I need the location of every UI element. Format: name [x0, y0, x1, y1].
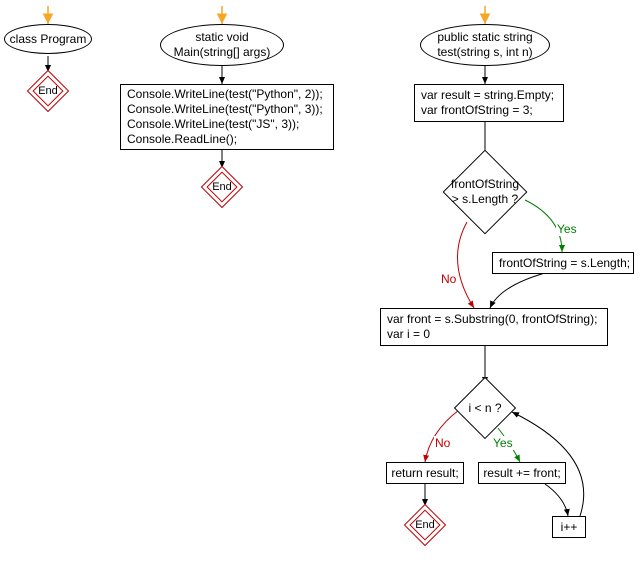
node-cond-loop: i < n ? [463, 386, 507, 430]
cond1-text: frontOfString > s.Length ? [435, 162, 535, 222]
label-yes-cond2: Yes [492, 436, 514, 450]
edge-C-cond1-no [458, 222, 474, 308]
end-label: End [33, 76, 63, 106]
node-append: result += front; [478, 462, 566, 484]
node-return: return result; [386, 462, 464, 484]
cond2-text: i < n ? [443, 386, 527, 430]
end-label: End [410, 510, 440, 540]
node-main: static void Main(string[] args) [160, 24, 284, 66]
node-end-c: End [410, 510, 440, 540]
node-end-a: End [33, 76, 63, 106]
node-init: var result = string.Empty; var frontOfSt… [414, 84, 564, 122]
label-no-cond2: No [434, 436, 451, 450]
node-test-sig: public static string test(string s, int … [420, 24, 550, 66]
label-no-cond1: No [440, 272, 457, 286]
node-end-b: End [207, 172, 237, 202]
node-cond-frontofstring: frontOfString > s.Length ? [455, 162, 515, 222]
label-yes-cond1: Yes [556, 222, 578, 236]
node-class-program: class Program [4, 24, 92, 54]
end-label: End [207, 172, 237, 202]
node-main-body: Console.WriteLine(test("Python", 2)); Co… [120, 84, 334, 150]
edge-C-inc [545, 484, 568, 516]
node-front-substring: var front = s.Substring(0, frontOfString… [380, 308, 608, 346]
node-inc: i++ [552, 516, 586, 538]
node-assign-frontofstring: frontOfString = s.Length; [492, 252, 634, 274]
edge-C-assign-front [490, 273, 545, 308]
